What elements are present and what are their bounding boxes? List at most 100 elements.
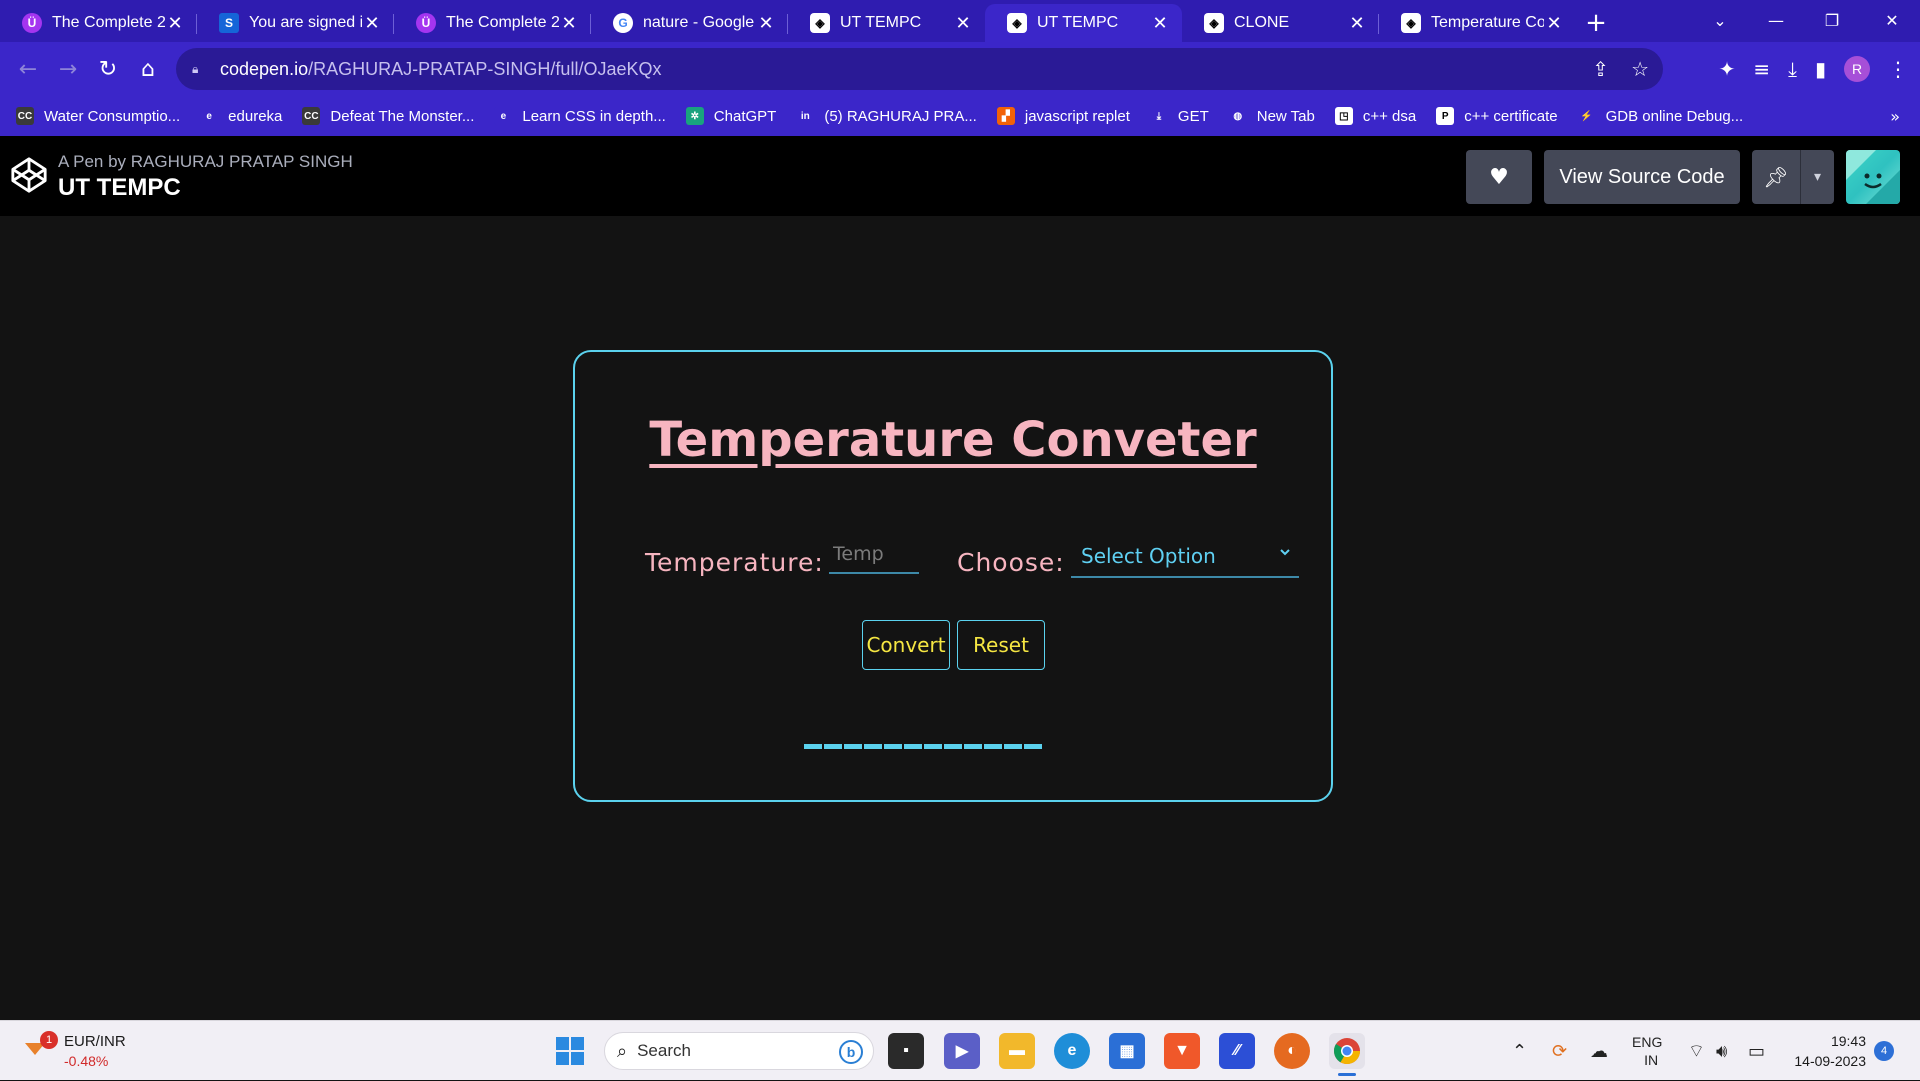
side-panel-icon[interactable]: ▮ [1815,57,1826,81]
clock[interactable]: 19:43 14-09-2023 [1786,1031,1866,1071]
tab-search-icon[interactable]: ⌄ [1692,0,1748,40]
unit-select[interactable]: Select Option [1071,536,1299,578]
bookmark-item[interactable]: CC Water Consumptio... [16,107,180,125]
windows-start-icon[interactable] [555,1036,585,1066]
browser-tab[interactable]: S You are signed in ✕ [197,4,394,42]
media-icon[interactable]: ≡ [1753,57,1770,81]
home-icon[interactable]: ⌂ [128,49,168,89]
address-bar[interactable]: 🔒︎ codepen.io/RAGHURAJ-PRATAP-SINGH/full… [176,48,1663,90]
url-text: codepen.io/RAGHURAJ-PRATAP-SINGH/full/OJ… [220,58,662,79]
share-icon[interactable]: ⇪ [1592,57,1609,81]
bookmark-label: ChatGPT [713,107,777,125]
bookmarks-overflow-icon[interactable]: » [1890,96,1900,136]
bookmark-item[interactable]: ⤓ GET [1149,107,1209,125]
pin-icon[interactable]: 📌︎ [1752,165,1800,189]
profile-avatar[interactable]: R [1844,56,1870,82]
chevron-down-icon[interactable]: ▾ [1800,150,1834,204]
result-dash [804,744,822,749]
linkedin-icon: in [796,107,815,125]
close-icon[interactable]: ✕ [1347,13,1367,34]
result-dash [884,744,902,749]
store-icon[interactable]: ▦ [1109,1033,1145,1069]
bookmark-item[interactable]: ◍ New Tab [1228,107,1315,125]
vscode-icon[interactable]: ⁄⁄ [1219,1033,1255,1069]
user-avatar[interactable] [1846,150,1900,204]
pin-button[interactable]: 📌︎ ▾ [1752,150,1834,204]
volume-icon[interactable]: 🔊︎ [1716,1021,1727,1081]
convert-button[interactable]: Convert [862,620,950,670]
browser-tab[interactable]: ◈ Temperature Con ✕ [1379,4,1576,42]
close-icon[interactable]: ✕ [165,13,185,34]
result-dash [844,744,862,749]
close-icon[interactable]: ✕ [1544,13,1564,34]
download-icon[interactable]: ⤓ [1788,57,1797,81]
temperature-input[interactable] [829,536,919,574]
heart-button[interactable]: ♥ [1466,150,1532,204]
search-icon: ⌕ [617,1040,628,1062]
back-icon[interactable]: ← [8,49,48,89]
bookmark-item[interactable]: Pc++ certificate [1436,107,1558,125]
task-view-icon[interactable]: ▪ [888,1033,924,1069]
browser-tab[interactable]: G nature - Google S ✕ [591,4,788,42]
stock-widget[interactable]: 1 EUR/INR -0.48% [22,1029,182,1073]
file-explorer-icon[interactable]: ▬ [999,1033,1035,1069]
codepen-logo-icon[interactable] [10,156,48,194]
bookmark-item[interactable]: ▞ javascript replet [996,107,1130,125]
bookmark-item[interactable]: e edureka [200,107,282,125]
language-indicator[interactable]: ENG IN [1632,1021,1662,1081]
close-icon[interactable]: ✕ [756,13,776,34]
reload-icon[interactable]: ↻ [88,49,128,89]
forward-icon[interactable]: → [48,49,88,89]
minimize-icon[interactable]: — [1748,0,1804,40]
notification-count[interactable]: 4 [1874,1041,1894,1061]
bookmark-label: GDB online Debug... [1605,107,1744,125]
close-icon[interactable]: ✕ [362,13,382,34]
menu-icon[interactable]: ⋮ [1888,57,1908,81]
codepen-icon: ◈ [810,13,830,33]
bookmark-item[interactable]: ⚡ GDB online Debug... [1577,107,1744,125]
stock-pair: EUR/INR [64,1033,126,1050]
replit-icon: ▞ [996,107,1015,125]
browser-tab[interactable]: Ü The Complete 20 ✕ [0,4,197,42]
brave-icon[interactable]: ▼ [1164,1033,1200,1069]
sync-icon[interactable]: ⟳ [1552,1021,1567,1081]
view-source-button[interactable]: View Source Code [1544,150,1740,204]
extensions-icon[interactable]: ✦ [1719,57,1736,81]
browser-tab-active[interactable]: ◈ UT TEMPC ✕ [985,4,1182,42]
close-icon[interactable]: ✕ [1150,13,1170,34]
reset-button[interactable]: Reset [957,620,1045,670]
wifi-icon[interactable]: ⌔ [1688,1021,1705,1081]
stock-change: -0.48% [64,1053,109,1069]
codepen-icon: ◈ [1401,13,1421,33]
notification-badge: 1 [40,1031,58,1049]
browser-tab[interactable]: ◈ CLONE ✕ [1182,4,1379,42]
restore-icon[interactable]: ❐ [1804,0,1860,40]
bookmark-star-icon[interactable]: ☆ [1631,57,1649,81]
battery-icon[interactable]: ▭ [1748,1021,1765,1081]
bing-icon[interactable]: b [839,1040,863,1064]
bookmark-item[interactable]: CC Defeat The Monster... [302,107,474,125]
browser-tab[interactable]: Ü The Complete 20 ✕ [394,4,591,42]
firefox-icon[interactable]: ◐ [1274,1033,1310,1069]
bookmark-item[interactable]: ◳ c++ dsa [1334,107,1416,125]
new-tab-button[interactable]: + [1576,4,1616,42]
window-close-icon[interactable]: ✕ [1864,0,1920,40]
taskbar-search[interactable]: ⌕ Search b [604,1032,874,1070]
tab-title: nature - Google S [643,14,756,31]
bookmark-item[interactable]: ✲ ChatGPT [685,107,777,125]
tray-overflow-icon[interactable]: ⌃ [1512,1021,1527,1081]
edge-icon[interactable]: e [1054,1033,1090,1069]
pen-author[interactable]: A Pen by RAGHURAJ PRATAP SINGH [58,152,353,172]
browser-tab[interactable]: ◈ UT TEMPC ✕ [788,4,985,42]
close-icon[interactable]: ✕ [953,13,973,34]
bookmark-label: New Tab [1256,107,1315,125]
bookmark-item[interactable]: e Learn CSS in depth... [494,107,666,125]
lang-code: ENG [1632,1034,1663,1050]
codepen-icon: ◈ [1204,13,1224,33]
bookmark-item[interactable]: in (5) RAGHURAJ PRA... [796,107,977,125]
chrome-icon[interactable] [1329,1033,1365,1069]
onedrive-icon[interactable]: ☁ [1590,1021,1608,1081]
choose-label: Choose: [957,548,1065,577]
teams-icon[interactable]: ▶ [944,1033,980,1069]
close-icon[interactable]: ✕ [559,13,579,34]
